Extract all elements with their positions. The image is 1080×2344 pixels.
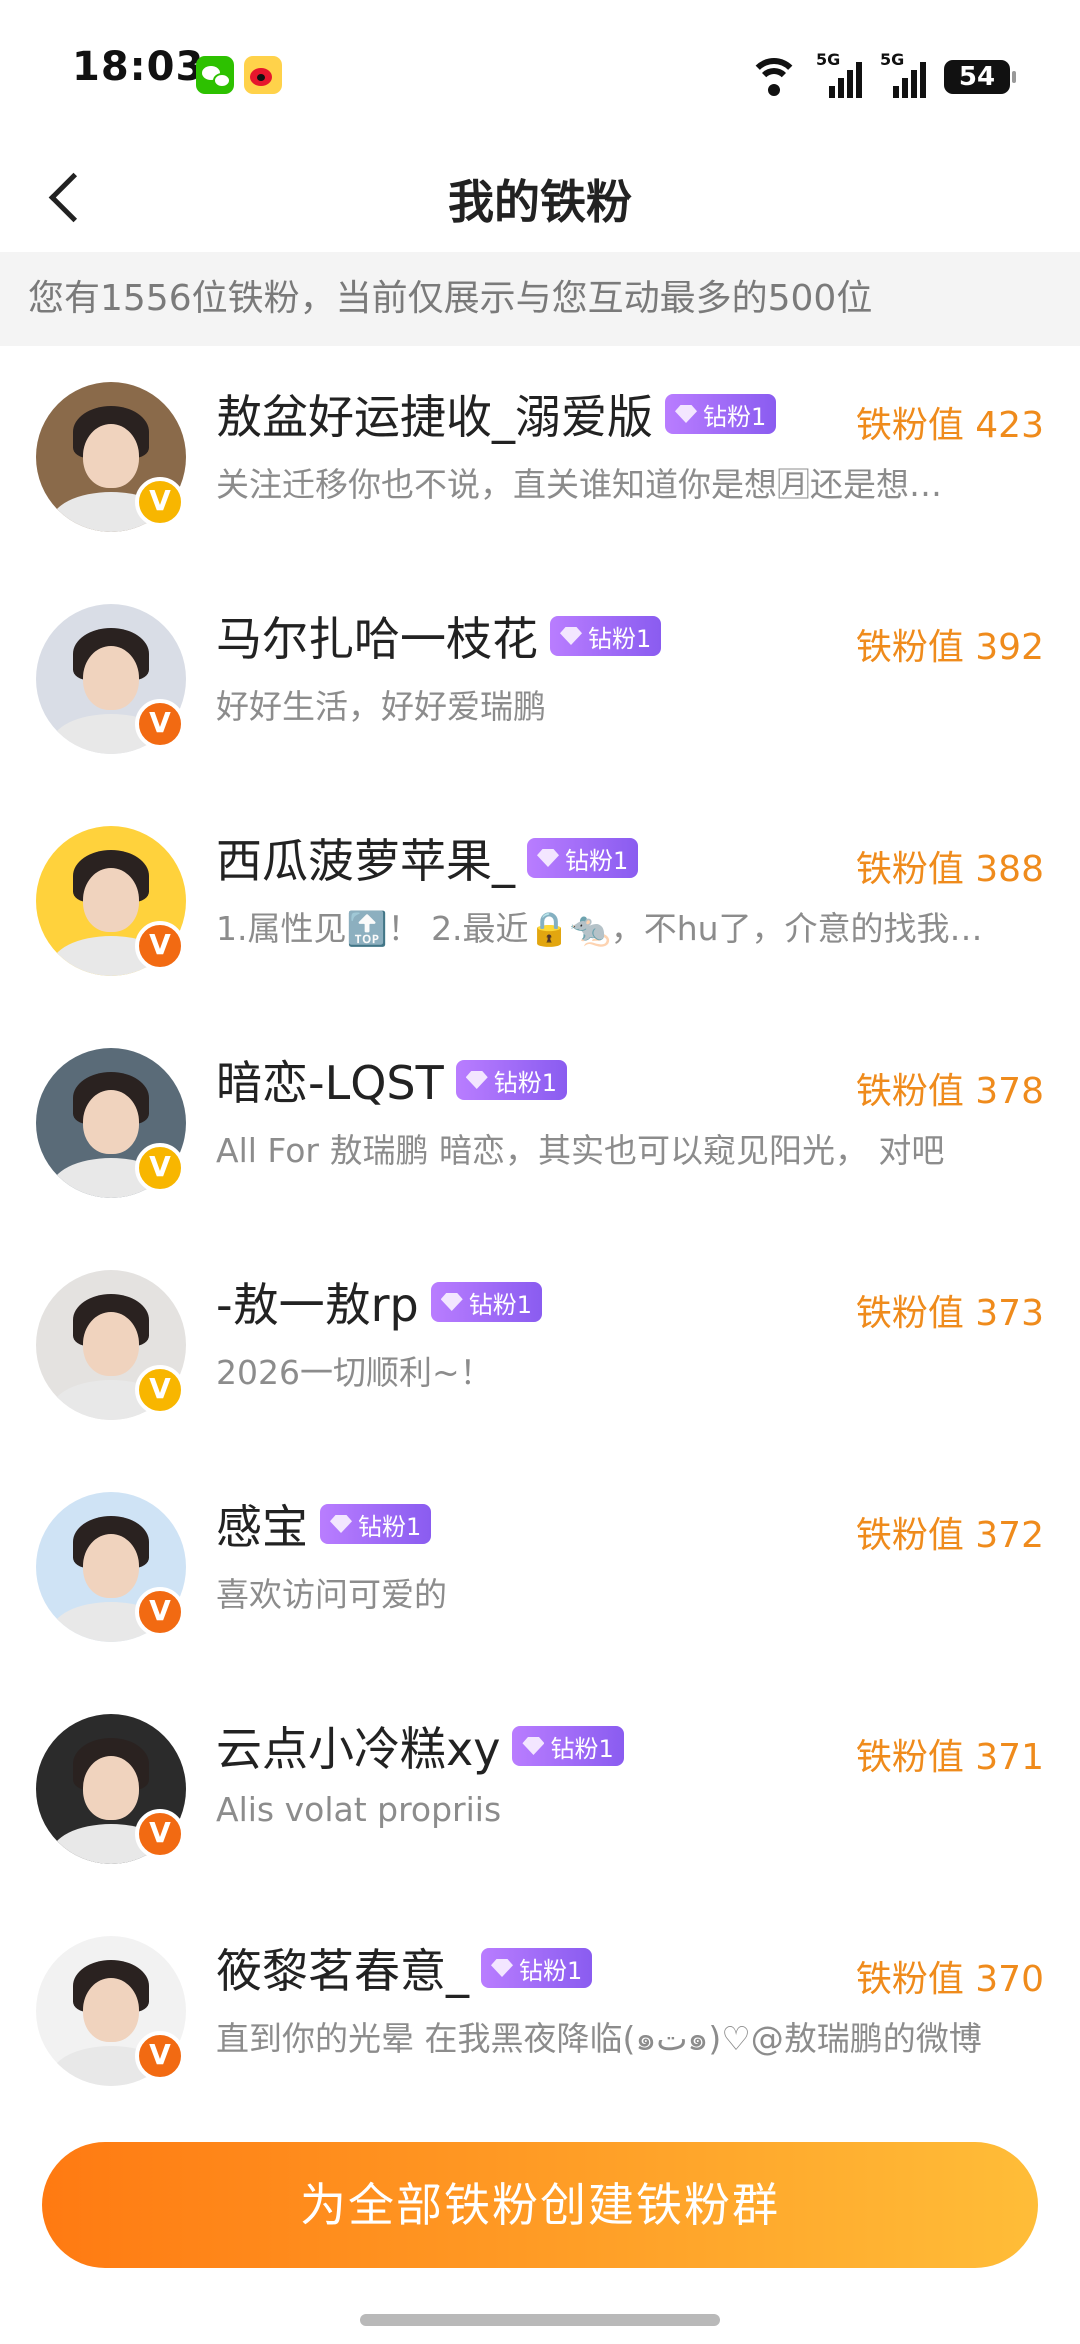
nav-bar: 我的铁粉 xyxy=(0,140,1080,252)
fan-rank-badge: 钻粉1 xyxy=(430,1282,542,1322)
diamond-icon xyxy=(440,1293,463,1311)
fan-list-item[interactable]: V 西瓜菠萝苹果_ 钻粉1 铁粉值 388 1.属性见🔝！ 2.最近🔒🐀，不hu… xyxy=(0,790,1080,1012)
fan-list-item[interactable]: V 暗恋-LQST 钻粉1 铁粉值 378 All For 敖瑞鹏 暗恋，其实也… xyxy=(0,1012,1080,1234)
diamond-icon xyxy=(537,849,559,867)
fan-rank-badge: 钻粉1 xyxy=(455,1060,568,1100)
fan-list-item[interactable]: V -敖一敖rp 钻粉1 铁粉值 373 2026一切顺利~！ xyxy=(0,1234,1080,1456)
fan-rank-badge: 钻粉1 xyxy=(550,616,662,656)
fan-score: 铁粉值 373 xyxy=(855,1293,1044,1334)
fan-name[interactable]: 云点小冷糕xy xyxy=(216,1713,500,1779)
fan-rank-label: 钻粉1 xyxy=(493,1068,558,1097)
fan-rank-badge: 钻粉1 xyxy=(481,1948,593,1988)
verified-badge-icon: V xyxy=(135,1809,185,1859)
verified-badge-icon: V xyxy=(135,1143,185,1193)
fan-rank-label: 钻粉1 xyxy=(468,1290,532,1319)
fan-rank-badge: 钻粉1 xyxy=(320,1504,432,1544)
fan-bio: 关注迁移你也不说，直关谁知道你是想🈷还是想… xyxy=(216,465,942,504)
signal-icon: 5G xyxy=(880,50,926,98)
fan-list-item[interactable]: V 云点小冷糕xy 钻粉1 铁粉值 371 Alis volat proprii… xyxy=(0,1678,1080,1900)
fan-name[interactable]: 西瓜菠萝苹果_ xyxy=(216,825,515,891)
battery-icon: 54 xyxy=(944,60,1016,94)
fan-rank-label: 钻粉1 xyxy=(703,402,767,431)
fan-score: 铁粉值 423 xyxy=(855,405,1044,446)
verified-badge-icon: V xyxy=(135,1587,185,1637)
signal-icon: 5G xyxy=(816,50,862,98)
fan-score: 铁粉值 388 xyxy=(855,849,1044,890)
fan-list[interactable]: V 敖盆好运捷收_溺爱版 钻粉1 铁粉值 423 关注迁移你也不说，直关谁知道你… xyxy=(0,346,1080,2106)
system-icons: 5G 5G 54 xyxy=(748,50,1016,98)
fan-rank-label: 钻粉1 xyxy=(588,624,652,653)
fan-score: 铁粉值 372 xyxy=(855,1515,1044,1556)
fan-list-item[interactable]: V 敖盆好运捷收_溺爱版 钻粉1 铁粉值 423 关注迁移你也不说，直关谁知道你… xyxy=(0,346,1080,568)
fan-score: 铁粉值 371 xyxy=(855,1737,1044,1778)
fan-bio: Alis volat propriis xyxy=(216,1790,502,1829)
fan-bio: 2026一切顺利~！ xyxy=(216,1353,493,1392)
fan-rank-badge: 钻粉1 xyxy=(527,838,639,878)
verified-badge-icon: V xyxy=(135,477,185,527)
status-bar: 18:03 5G 5G 54 xyxy=(0,0,1080,140)
fan-bio: 喜欢访问可爱的 xyxy=(216,1575,447,1614)
fan-count-banner: 您有1556位铁粉，当前仅展示与您互动最多的500位 xyxy=(0,252,1080,346)
status-time: 18:03 xyxy=(72,44,205,90)
fan-rank-label: 钻粉1 xyxy=(358,1512,422,1541)
create-fan-group-button[interactable]: 为全部铁粉创建铁粉群 xyxy=(42,2142,1038,2268)
bottom-bar: 为全部铁粉创建铁粉群 xyxy=(0,2112,1080,2344)
fan-list-item[interactable]: V 筱黎茗春意_ 钻粉1 铁粉值 370 直到你的光晕 在我黑夜降临(๑ت๑)♡… xyxy=(0,1900,1080,2106)
fan-rank-label: 钻粉1 xyxy=(519,1956,583,1985)
fan-bio: 好好生活，好好爱瑞鹏 xyxy=(216,687,546,726)
fan-list-item[interactable]: V 感宝 钻粉1 铁粉值 372 喜欢访问可爱的 xyxy=(0,1456,1080,1678)
fan-rank-label: 钻粉1 xyxy=(550,1734,614,1763)
fan-bio: 直到你的光晕 在我黑夜降临(๑ت๑)♡@敖瑞鹏的微博 xyxy=(216,2019,982,2058)
weibo-icon xyxy=(244,56,282,94)
fan-bio: 1.属性见🔝！ 2.最近🔒🐀，不hu了，介意的找我… xyxy=(216,909,983,948)
verified-badge-icon: V xyxy=(135,1365,185,1415)
fan-name[interactable]: 暗恋-LQST xyxy=(216,1047,444,1113)
fan-name[interactable]: 敖盆好运捷收_溺爱版 xyxy=(216,381,653,447)
fan-list-item[interactable]: V 马尔扎哈一枝花 钻粉1 铁粉值 392 好好生活，好好爱瑞鹏 xyxy=(0,568,1080,790)
fan-rank-badge: 钻粉1 xyxy=(665,394,777,434)
home-indicator[interactable] xyxy=(360,2314,720,2326)
fan-score: 铁粉值 370 xyxy=(855,1959,1044,2000)
wechat-icon xyxy=(196,56,234,94)
diamond-icon xyxy=(560,627,582,645)
fan-name[interactable]: 筱黎茗春意_ xyxy=(216,1935,469,2001)
diamond-icon xyxy=(465,1071,488,1089)
fan-score: 铁粉值 392 xyxy=(855,627,1044,668)
battery-level: 54 xyxy=(958,62,996,92)
verified-badge-icon: V xyxy=(135,699,185,749)
fan-rank-badge: 钻粉1 xyxy=(512,1726,624,1766)
fan-name[interactable]: -敖一敖rp xyxy=(216,1269,419,1335)
diamond-icon xyxy=(330,1515,352,1533)
page-title: 我的铁粉 xyxy=(448,175,632,229)
fan-bio: All For 敖瑞鹏 暗恋，其实也可以窥见阳光， 对吧 xyxy=(216,1131,945,1170)
verified-badge-icon: V xyxy=(135,921,185,971)
diamond-icon xyxy=(522,1737,545,1755)
wifi-icon xyxy=(748,58,800,98)
fan-name[interactable]: 马尔扎哈一枝花 xyxy=(216,603,538,669)
fan-rank-label: 钻粉1 xyxy=(565,846,629,875)
verified-badge-icon: V xyxy=(135,2031,185,2081)
fan-score: 铁粉值 378 xyxy=(855,1071,1044,1112)
diamond-icon xyxy=(675,405,697,423)
fan-name[interactable]: 感宝 xyxy=(216,1491,308,1557)
diamond-icon xyxy=(491,1959,513,1977)
